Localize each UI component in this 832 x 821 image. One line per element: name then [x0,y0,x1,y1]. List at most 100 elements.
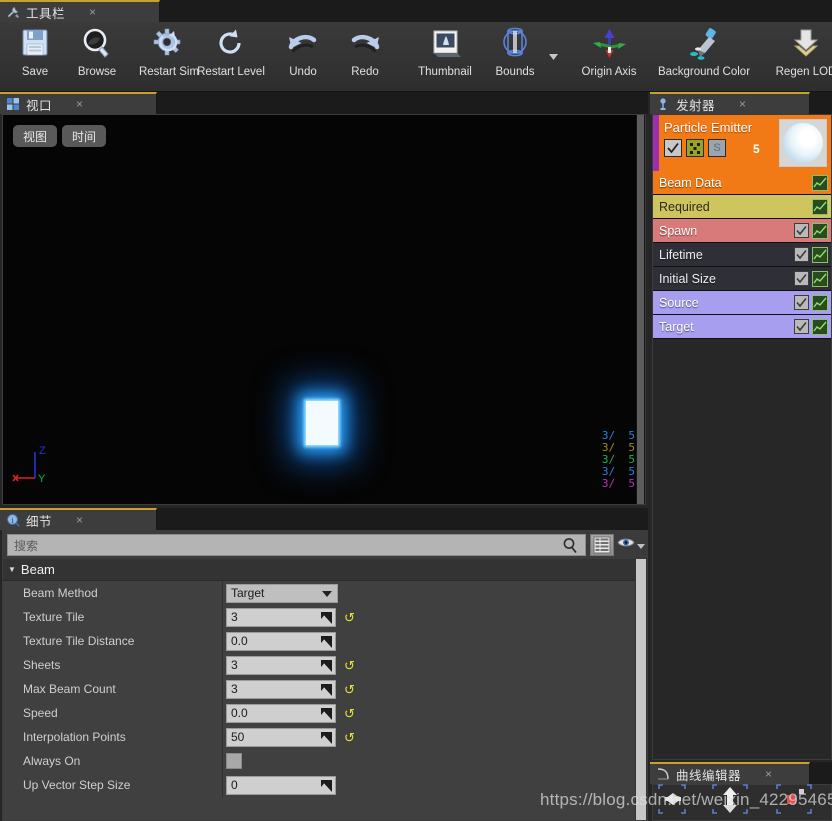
module-enable-checkbox[interactable] [794,319,809,334]
viewport-3d-canvas[interactable]: 视图 时间 Z Y 3/ 5 3/ 5 3/ 5 3/ 5 3/ 5 [2,114,646,505]
emitter-column[interactable]: Particle Emitter S 5 Beam Data Required … [653,115,831,339]
module-label: Lifetime [659,247,703,262]
spinner-icon[interactable] [321,779,332,792]
redo-button-label: Redo [351,66,379,78]
close-icon[interactable]: × [739,97,746,111]
emitter-module-target[interactable]: Target [653,315,831,339]
redo-button[interactable]: Redo [334,22,396,88]
curve-toggle-icon[interactable] [812,294,828,311]
property-label: Interpolation Points [3,725,223,749]
bounds-button[interactable]: Bounds [484,22,546,88]
property-row-always-on: Always On [3,749,647,773]
curve-editor-toolbar [651,783,832,818]
close-icon[interactable]: × [76,513,83,527]
emitter-module-initial-size[interactable]: Initial Size [653,267,831,291]
emitter-module-spawn[interactable]: Spawn [653,219,831,243]
property-label: Speed [3,701,223,725]
regen-lod-button[interactable]: Regen LOD [770,22,832,88]
spinner-icon[interactable] [321,707,332,720]
viewport-scrollbar-thumb[interactable] [637,115,644,504]
up-vector-step-size-input[interactable]: 0 [226,775,336,795]
save-button[interactable]: Save [4,22,66,88]
module-label: Initial Size [659,271,716,286]
emitter-module-beam-data[interactable]: Beam Data [653,171,831,195]
sheets-input[interactable]: 3 [226,655,336,675]
spinner-icon[interactable] [321,611,332,624]
texture-tile-distance-value: 0.0 [231,634,248,648]
tab-viewport[interactable]: 视口 × [0,92,157,114]
reset-to-default-icon[interactable]: ↺ [344,707,355,720]
emitter-enable-checkbox[interactable] [664,139,682,157]
toolbar-group-history: Undo Redo [272,22,396,92]
emitter-particle-count: 5 [753,142,760,156]
emitter-render-mode-button[interactable] [686,139,704,157]
details-scrollbar-thumb[interactable] [636,559,646,820]
tab-emitter-label: 发射器 [676,98,716,113]
spinner-icon[interactable] [321,659,332,672]
property-category-beam[interactable]: ▼ Beam [3,559,647,581]
property-label: Max Beam Count [3,677,223,701]
curve-toggle-icon[interactable] [812,222,828,239]
beam-method-combo[interactable]: Target [226,583,338,603]
spinner-icon[interactable] [321,683,332,696]
visibility-button[interactable] [617,534,645,556]
interpolation-points-input[interactable]: 50 [226,727,336,747]
viewport-icon [6,97,20,111]
close-icon[interactable]: × [765,767,772,781]
tab-curve-editor[interactable]: 曲线编辑器 × [650,762,810,784]
spinner-icon[interactable] [321,731,332,744]
main-toolbar: Save Browse Restart Sim Restart Level Un… [0,22,832,92]
bounds-button-label: Bounds [495,66,535,78]
emitter-module-lifetime[interactable]: Lifetime [653,243,831,267]
module-enable-checkbox[interactable] [794,247,809,262]
emitter-module-source[interactable]: Source [653,291,831,315]
texture-tile-distance-input[interactable]: 0.0 [226,631,336,651]
thumbnail-button[interactable]: Thumbnail [406,22,484,88]
reset-to-default-icon[interactable]: ↺ [344,731,355,744]
viewport-scrollbar[interactable] [636,115,645,504]
restart-level-button[interactable]: Restart Level [197,22,265,88]
undo-button[interactable]: Undo [272,22,334,88]
texture-tile-input[interactable]: 3 [226,607,336,627]
details-scrollbar[interactable] [635,559,647,820]
chevron-down-icon[interactable] [637,536,645,554]
curve-toggle-icon[interactable] [812,174,828,191]
close-icon[interactable]: × [89,5,96,19]
speed-input[interactable]: 0.0 [226,703,336,723]
tab-details[interactable]: i 细节 × [0,508,157,530]
tab-emitter[interactable]: 发射器 × [650,92,810,114]
curve-toggle-icon[interactable] [812,270,828,287]
reset-to-default-icon[interactable]: ↺ [344,659,355,672]
restart-sim-button[interactable]: Restart Sim [138,22,200,88]
svg-text:Y: Y [38,473,46,485]
background-color-button[interactable]: Background Color [648,22,760,88]
curve-editor-content[interactable] [652,784,832,821]
sheets-value: 3 [231,658,238,672]
module-enable-checkbox[interactable] [794,223,809,238]
bounds-dropdown-caret[interactable] [546,22,560,88]
curve-toggle-icon[interactable] [812,198,828,215]
tab-curve-editor-label: 曲线编辑器 [676,768,742,783]
curve-toggle-icon[interactable] [812,246,828,263]
module-enable-checkbox[interactable] [794,271,809,286]
max-beam-count-input[interactable]: 3 [226,679,336,699]
viewport-time-button[interactable]: 时间 [62,125,107,147]
emitter-thumbnail[interactable] [779,119,827,167]
curve-toggle-icon[interactable] [812,318,828,335]
origin-axis-button[interactable]: Origin Axis [570,22,648,88]
module-enable-checkbox[interactable] [794,295,809,310]
tab-toolbar[interactable]: 工具栏 × [0,0,160,22]
always-on-checkbox[interactable] [226,753,242,769]
spinner-icon[interactable] [321,635,332,648]
viewport-view-button[interactable]: 视图 [13,125,58,147]
reset-to-default-icon[interactable]: ↺ [344,611,355,624]
reset-to-default-icon[interactable]: ↺ [344,683,355,696]
emitter-header[interactable]: Particle Emitter S 5 [653,115,831,171]
emitter-solo-button[interactable]: S [708,139,726,157]
browse-button[interactable]: Browse [66,22,128,88]
chevron-down-icon [322,590,332,597]
search-input[interactable]: 搜索 [7,534,586,556]
close-icon[interactable]: × [76,97,83,111]
emitter-module-required[interactable]: Required [653,195,831,219]
column-view-button[interactable] [590,534,614,556]
